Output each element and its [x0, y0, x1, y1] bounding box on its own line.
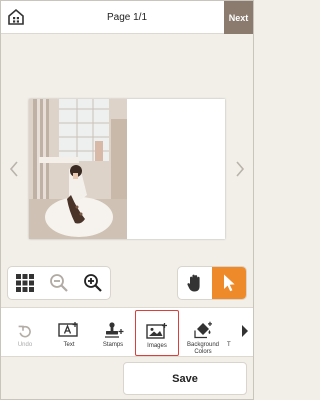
background-colors-label: Background Colors — [186, 342, 220, 355]
toolbar-scroll-right[interactable] — [241, 324, 249, 338]
home-button[interactable] — [6, 7, 26, 27]
home-icon — [8, 8, 24, 25]
chevron-right-icon — [236, 161, 245, 177]
zoom-controls — [7, 266, 111, 300]
stamps-button[interactable]: Stamps — [91, 310, 135, 356]
header-bar: Page 1/1 Next — [1, 1, 253, 34]
previous-page-button[interactable] — [7, 157, 21, 181]
mode-controls — [177, 266, 247, 300]
background-colors-button[interactable]: Background Colors — [181, 310, 225, 356]
stamps-label: Stamps — [102, 342, 124, 348]
undo-icon — [18, 325, 31, 338]
save-button[interactable]: Save — [123, 362, 247, 395]
undo-label: Undo — [17, 342, 33, 348]
hand-mode-button[interactable] — [178, 267, 212, 299]
pointer-icon — [224, 274, 235, 292]
page-preview[interactable] — [29, 99, 225, 239]
zoom-out-icon — [50, 274, 68, 292]
chevron-right-icon — [242, 325, 248, 337]
text-label: Text — [63, 342, 75, 348]
paint-bucket-icon — [194, 321, 212, 339]
photo-image[interactable] — [29, 99, 127, 239]
layout-grid-button[interactable] — [13, 271, 37, 295]
edit-toolbar: Undo Text Stamps Images Background Color… — [1, 307, 253, 357]
images-label: Images — [147, 343, 167, 349]
next-page-button[interactable] — [233, 157, 247, 181]
undo-button[interactable]: Undo — [3, 310, 47, 356]
pointer-mode-button[interactable] — [212, 267, 246, 299]
next-button[interactable]: Next — [224, 1, 253, 34]
layout-canvas — [1, 35, 253, 267]
text-button[interactable]: Text — [47, 310, 91, 356]
zoom-in-button[interactable] — [81, 271, 105, 295]
photo-scene — [29, 99, 127, 239]
images-button[interactable]: Images — [135, 310, 179, 356]
stamp-add-icon — [105, 322, 124, 338]
hand-icon — [187, 274, 200, 292]
text-add-icon — [58, 322, 78, 337]
zoom-out-button[interactable] — [47, 271, 71, 295]
truncated-tool-label: T — [227, 342, 231, 348]
zoom-in-icon — [84, 274, 102, 292]
image-add-icon — [146, 323, 167, 339]
page-title: Page 1/1 — [106, 12, 148, 23]
chevron-left-icon — [9, 161, 18, 177]
grid-icon — [16, 274, 34, 292]
